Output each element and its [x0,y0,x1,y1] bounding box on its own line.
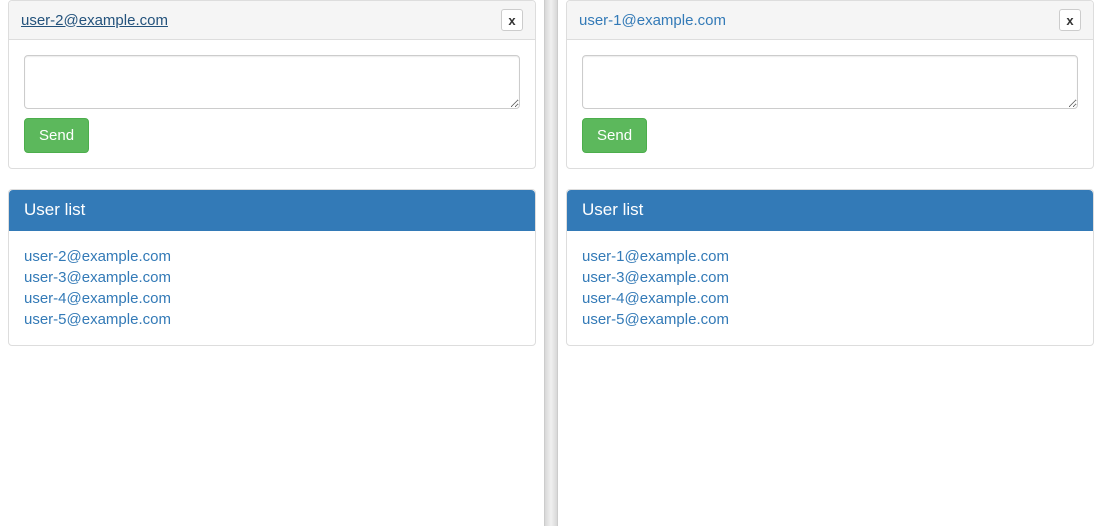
message-input[interactable] [24,55,520,109]
send-button[interactable]: Send [24,118,89,153]
userlist-item[interactable]: user-1@example.com [582,246,1078,267]
chat-panel: user-2@example.com x Send [8,0,536,169]
chat-header: user-2@example.com x [9,1,535,40]
userlist-body: user-2@example.com user-3@example.com us… [9,231,535,345]
userlist-panel: User list user-1@example.com user-3@exam… [566,189,1094,346]
chat-header: user-1@example.com x [567,1,1093,40]
userlist-item[interactable]: user-5@example.com [582,309,1078,330]
close-button[interactable]: x [501,9,523,31]
userlist-item[interactable]: user-4@example.com [582,288,1078,309]
send-button[interactable]: Send [582,118,647,153]
chat-panel: user-1@example.com x Send [566,0,1094,169]
userlist-title: User list [9,190,535,231]
userlist-title: User list [567,190,1093,231]
chat-recipient-link[interactable]: user-1@example.com [579,12,726,29]
right-pane: user-1@example.com x Send User list user… [558,0,1102,526]
userlist-item[interactable]: user-3@example.com [24,267,520,288]
close-button[interactable]: x [1059,9,1081,31]
userlist-panel: User list user-2@example.com user-3@exam… [8,189,536,346]
userlist-item[interactable]: user-3@example.com [582,267,1078,288]
userlist-item[interactable]: user-5@example.com [24,309,520,330]
message-input[interactable] [582,55,1078,109]
pane-divider [544,0,558,526]
userlist-item[interactable]: user-2@example.com [24,246,520,267]
chat-body: Send [9,40,535,168]
left-pane: user-2@example.com x Send User list user… [0,0,544,526]
userlist-item[interactable]: user-4@example.com [24,288,520,309]
userlist-body: user-1@example.com user-3@example.com us… [567,231,1093,345]
chat-recipient-link[interactable]: user-2@example.com [21,12,168,29]
chat-body: Send [567,40,1093,168]
